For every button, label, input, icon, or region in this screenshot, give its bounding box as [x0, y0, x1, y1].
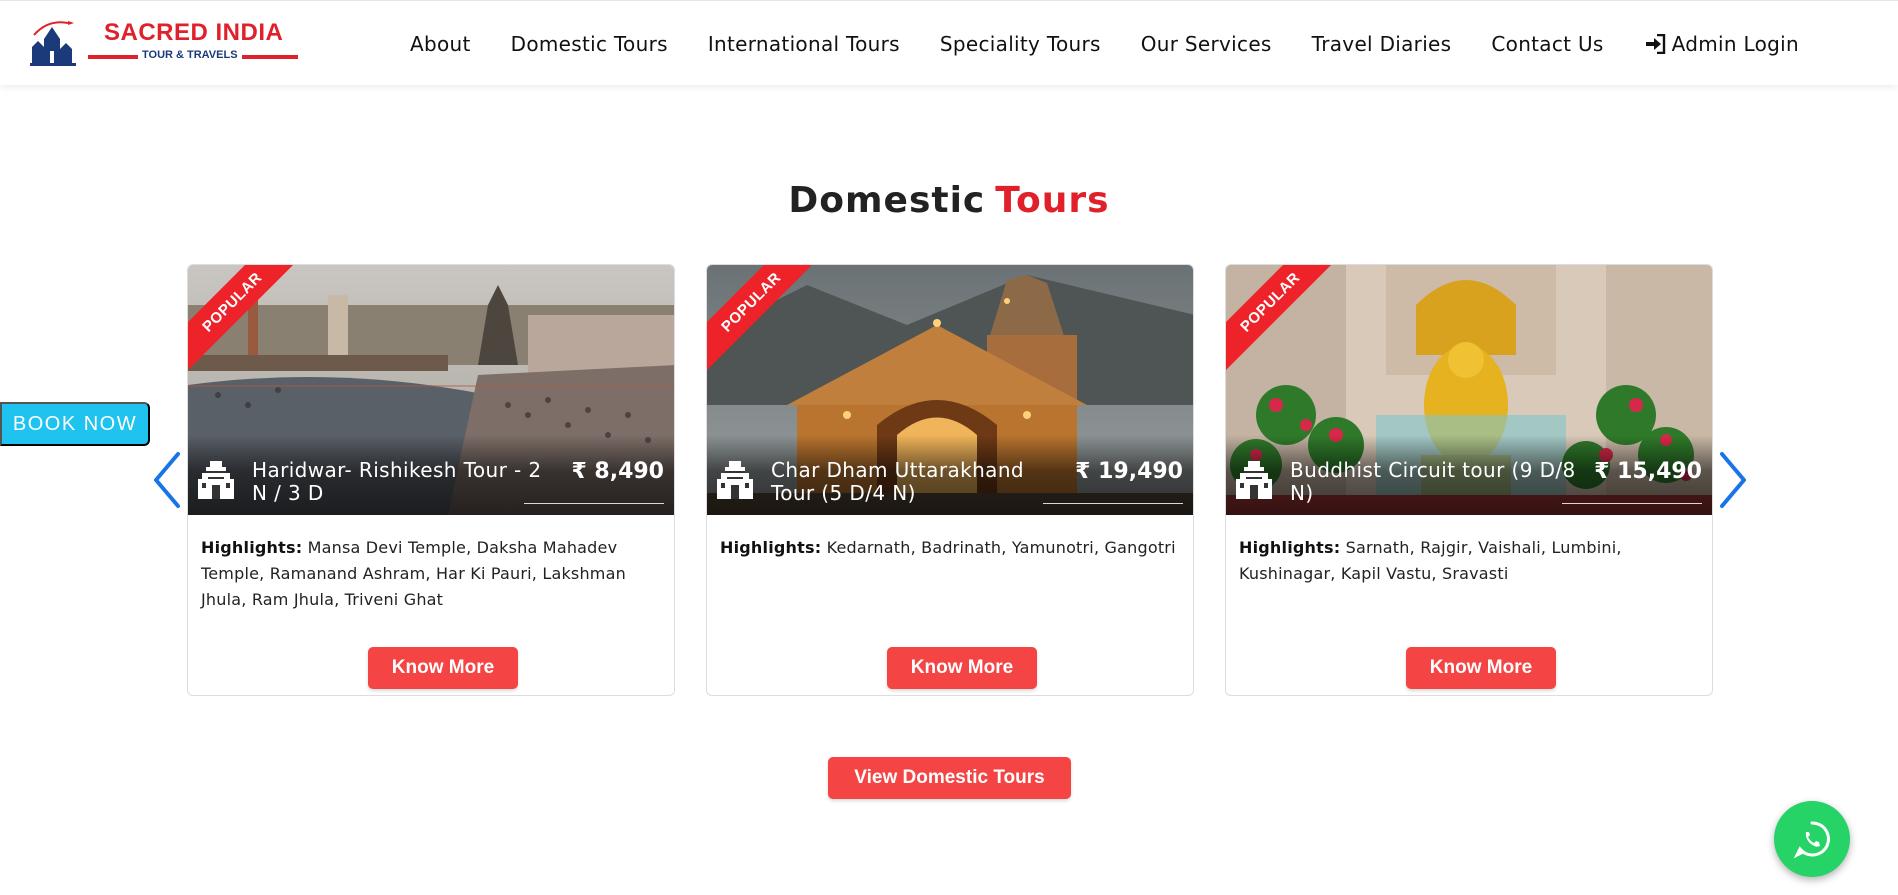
popular-ribbon: POPULAR	[1226, 265, 1334, 373]
nav-about[interactable]: About	[410, 32, 471, 56]
whatsapp-icon	[1793, 821, 1830, 859]
brand-name: SACRED INDIA	[104, 19, 284, 46]
popular-badge: POPULAR	[707, 265, 815, 371]
temple-logo-icon	[30, 21, 76, 66]
section-title-part1: Domestic	[788, 180, 986, 221]
tour-price: ₹ 8,490	[571, 459, 664, 484]
price-divider	[524, 503, 664, 504]
temple-icon	[198, 461, 234, 499]
highlights-label: Highlights:	[720, 538, 822, 557]
main-nav: About Domestic Tours International Tours…	[410, 1, 1799, 86]
highlights-text: Kedarnath, Badrinath, Yamunotri, Gangotr…	[826, 538, 1176, 557]
tour-title: Buddhist Circuit tour (9 D/8 N)	[1290, 458, 1576, 505]
highlights-label: Highlights:	[201, 538, 303, 557]
logo-bar-right	[242, 55, 298, 59]
carousel-prev-arrow[interactable]	[150, 450, 184, 510]
whatsapp-button[interactable]	[1774, 801, 1850, 877]
view-domestic-tours-button[interactable]: View Domestic Tours	[828, 757, 1071, 799]
tour-image-buddhist: POPULAR Buddhist Circuit tour (9 D/8 N) …	[1226, 265, 1712, 515]
know-more-button[interactable]: Know More	[887, 647, 1037, 689]
brand-tagline: TOUR & TRAVELS	[142, 49, 238, 61]
site-header: SACRED INDIA TOUR & TRAVELS About Domest…	[0, 0, 1898, 85]
tour-title: Haridwar- Rishikesh Tour - 2 N / 3 D	[252, 458, 542, 505]
price-divider	[1043, 503, 1183, 504]
highlights-label: Highlights:	[1239, 538, 1341, 557]
tour-title: Char Dham Uttarakhand Tour (5 D/4 N)	[771, 458, 1024, 505]
tour-card[interactable]: POPULAR Char Dham Uttarakhand Tour (5 D/…	[706, 264, 1194, 696]
tour-highlights: Highlights: Sarnath, Rajgir, Vaishali, L…	[1239, 535, 1699, 587]
tour-price: ₹ 15,490	[1594, 459, 1702, 484]
popular-badge: POPULAR	[188, 265, 296, 371]
price-divider	[1562, 503, 1702, 504]
tour-highlights: Highlights: Kedarnath, Badrinath, Yamuno…	[720, 535, 1180, 561]
section-title-part2: Tours	[995, 180, 1110, 221]
sign-in-icon	[1645, 33, 1665, 54]
temple-icon	[1236, 461, 1272, 499]
popular-badge: POPULAR	[1226, 265, 1334, 371]
nav-admin-login[interactable]: Admin Login	[1644, 32, 1799, 56]
nav-travel-diaries[interactable]: Travel Diaries	[1312, 32, 1452, 56]
popular-ribbon: POPULAR	[707, 265, 815, 373]
temple-icon	[717, 461, 753, 499]
carousel-next-arrow[interactable]	[1716, 450, 1750, 510]
nav-contact-us[interactable]: Contact Us	[1491, 32, 1603, 56]
chevron-right-icon	[1720, 452, 1746, 508]
popular-ribbon: POPULAR	[188, 265, 296, 373]
chevron-left-icon	[154, 452, 180, 508]
book-now-button[interactable]: BOOK NOW	[0, 402, 150, 446]
nav-international-tours[interactable]: International Tours	[708, 32, 900, 56]
nav-domestic-tours[interactable]: Domestic Tours	[511, 32, 668, 56]
know-more-button[interactable]: Know More	[1406, 647, 1556, 689]
tour-card[interactable]: POPULAR Haridwar- Rishikesh Tour - 2 N /…	[187, 264, 675, 696]
nav-our-services[interactable]: Our Services	[1141, 32, 1272, 56]
tour-card[interactable]: POPULAR Buddhist Circuit tour (9 D/8 N) …	[1225, 264, 1713, 696]
logo-bar-left	[88, 55, 138, 59]
know-more-button[interactable]: Know More	[368, 647, 518, 689]
section-title: Domestic Tours	[0, 180, 1898, 221]
admin-login-label: Admin Login	[1671, 31, 1799, 56]
tour-highlights: Highlights: Mansa Devi Temple, Daksha Ma…	[201, 535, 661, 613]
site-logo[interactable]: SACRED INDIA TOUR & TRAVELS	[28, 17, 300, 73]
nav-speciality-tours[interactable]: Speciality Tours	[940, 32, 1101, 56]
tour-image-kedarnath: POPULAR Char Dham Uttarakhand Tour (5 D/…	[707, 265, 1193, 515]
tour-price: ₹ 19,490	[1075, 459, 1183, 484]
tour-image-haridwar: POPULAR Haridwar- Rishikesh Tour - 2 N /…	[188, 265, 674, 515]
